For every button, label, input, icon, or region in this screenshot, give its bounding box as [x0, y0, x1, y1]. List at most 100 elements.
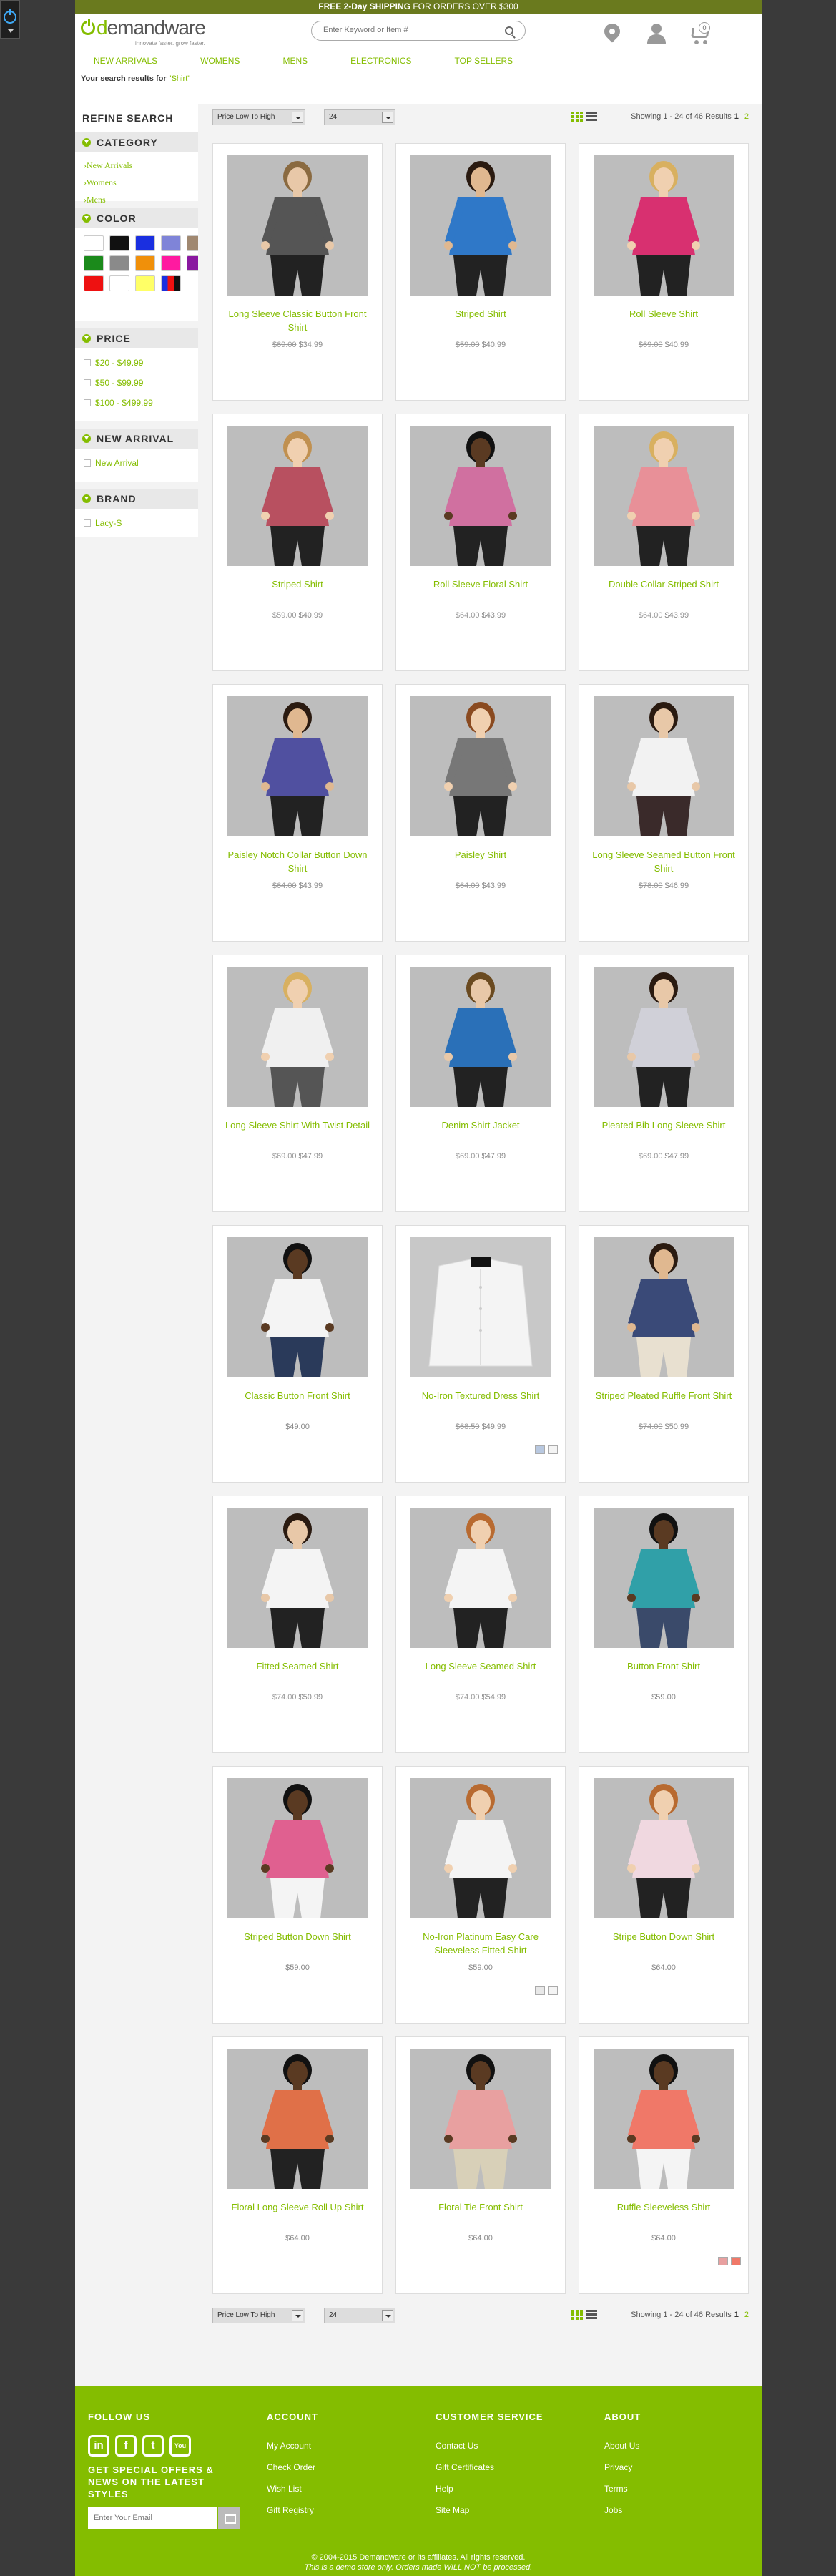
product-image[interactable]	[227, 2049, 368, 2189]
email-submit-icon[interactable]	[218, 2507, 240, 2529]
product-tile[interactable]: Striped Shirt $59.00 $40.99	[395, 143, 566, 401]
product-name[interactable]: Long Sleeve Classic Button Front Shirt	[220, 307, 375, 334]
product-tile[interactable]: Long Sleeve Seamed Button Front Shirt $78…	[579, 684, 749, 942]
footer-link-about-us[interactable]: About Us	[604, 2435, 641, 2457]
product-image[interactable]	[594, 696, 734, 836]
product-tile[interactable]: No-Iron Platinum Easy Care Sleeveless Fi…	[395, 1766, 566, 2024]
footer-link-help[interactable]: Help	[436, 2478, 544, 2499]
new-arrival-header[interactable]: NEW ARRIVAL	[75, 429, 198, 449]
grid-view-icon[interactable]	[571, 2310, 583, 2320]
product-name[interactable]: No-Iron Platinum Easy Care Sleeveless Fi…	[403, 1930, 558, 1957]
product-tile[interactable]: Roll Sleeve Shirt $69.00 $40.99	[579, 143, 749, 401]
search-icon[interactable]	[505, 26, 513, 35]
chevron-down-icon[interactable]	[8, 29, 14, 33]
checkbox[interactable]	[84, 459, 91, 467]
color-swatch[interactable]	[161, 275, 181, 291]
product-image[interactable]	[594, 1508, 734, 1648]
product-tile[interactable]: Fitted Seamed Shirt $74.00 $50.99	[212, 1496, 383, 1753]
product-name[interactable]: Roll Sleeve Shirt	[586, 307, 741, 321]
product-tile[interactable]: Pleated Bib Long Sleeve Shirt $69.00 $47.9…	[579, 955, 749, 1212]
linkedin-icon[interactable]: in	[88, 2435, 109, 2457]
price-option[interactable]: $20 - $49.99	[84, 353, 192, 373]
product-tile[interactable]: Paisley Shirt $64.00 $43.99	[395, 684, 566, 942]
color-swatch[interactable]	[109, 255, 129, 271]
product-image[interactable]	[594, 1237, 734, 1377]
page-size-select[interactable]: 24	[324, 2308, 395, 2323]
product-swatch[interactable]	[718, 2257, 728, 2265]
logo[interactable]: demandware	[81, 18, 206, 38]
product-image[interactable]	[227, 155, 368, 296]
twitter-icon[interactable]: t	[142, 2435, 164, 2457]
product-image[interactable]	[227, 426, 368, 566]
product-tile[interactable]: Striped Pleated Ruffle Front Shirt $74.00…	[579, 1225, 749, 1483]
product-name[interactable]: Ruffle Sleeveless Shirt	[586, 2200, 741, 2214]
category-mens[interactable]: Mens	[84, 191, 192, 208]
account-icon[interactable]	[647, 24, 666, 45]
product-image[interactable]	[227, 1778, 368, 1918]
product-tile[interactable]: Long Sleeve Classic Button Front Shirt $6…	[212, 143, 383, 401]
cart-icon[interactable]: 0	[689, 22, 712, 45]
list-view-icon[interactable]	[586, 112, 597, 122]
product-name[interactable]: No-Iron Textured Dress Shirt	[403, 1389, 558, 1402]
product-name[interactable]: Pleated Bib Long Sleeve Shirt	[586, 1118, 741, 1132]
color-header[interactable]: COLOR	[75, 208, 198, 228]
footer-link-contact-us[interactable]: Contact Us	[436, 2435, 544, 2457]
product-name[interactable]: Long Sleeve Seamed Button Front Shirt	[586, 848, 741, 875]
email-input[interactable]	[88, 2507, 217, 2529]
product-name[interactable]: Paisley Shirt	[403, 848, 558, 862]
product-image[interactable]	[594, 1778, 734, 1918]
color-swatch[interactable]	[135, 255, 155, 271]
nav-top-sellers[interactable]: TOP SELLERS	[455, 51, 513, 71]
store-locator-icon[interactable]	[601, 20, 624, 45]
nav-womens[interactable]: WOMENS	[200, 51, 240, 71]
color-swatch[interactable]	[84, 275, 104, 291]
price-option[interactable]: $50 - $99.99	[84, 373, 192, 393]
product-tile[interactable]: Long Sleeve Shirt With Twist Detail $69.0…	[212, 955, 383, 1212]
product-tile[interactable]: Roll Sleeve Floral Shirt $64.00 $43.99	[395, 414, 566, 671]
nav-mens[interactable]: MENS	[282, 51, 308, 71]
page-next-link[interactable]: 2	[744, 2311, 749, 2319]
footer-link-my-account[interactable]: My Account	[267, 2435, 318, 2457]
product-image[interactable]	[410, 967, 551, 1107]
search-box[interactable]	[311, 21, 526, 41]
price-header[interactable]: PRICE	[75, 328, 198, 348]
product-tile[interactable]: Double Collar Striped Shirt $64.00 $43.99	[579, 414, 749, 671]
product-name[interactable]: Stripe Button Down Shirt	[586, 1930, 741, 1943]
sort-select[interactable]: Price Low To High	[212, 2308, 305, 2323]
product-name[interactable]: Striped Button Down Shirt	[220, 1930, 375, 1943]
color-swatch[interactable]	[135, 275, 155, 291]
product-name[interactable]: Denim Shirt Jacket	[403, 1118, 558, 1132]
product-image[interactable]	[227, 967, 368, 1107]
checkbox[interactable]	[84, 359, 91, 366]
category-womens[interactable]: Womens	[84, 174, 192, 191]
checkbox[interactable]	[84, 379, 91, 386]
product-tile[interactable]: Striped Button Down Shirt $59.00	[212, 1766, 383, 2024]
product-image[interactable]	[410, 2049, 551, 2189]
list-view-icon[interactable]	[586, 2310, 597, 2320]
color-swatch[interactable]	[135, 235, 155, 251]
color-swatch[interactable]	[84, 235, 104, 251]
brand-header[interactable]: BRAND	[75, 489, 198, 509]
product-tile[interactable]: Paisley Notch Collar Button Down Shirt $6…	[212, 684, 383, 942]
product-tile[interactable]: No-Iron Textured Dress Shirt $68.50 $49.99	[395, 1225, 566, 1483]
page-next-link[interactable]: 2	[744, 112, 749, 121]
nav-electronics[interactable]: ELECTRONICS	[350, 51, 411, 71]
product-image[interactable]	[410, 1508, 551, 1648]
color-swatch[interactable]	[161, 235, 181, 251]
footer-link-check-order[interactable]: Check Order	[267, 2457, 318, 2478]
nav-new-arrivals[interactable]: NEW ARRIVALS	[94, 51, 157, 71]
product-name[interactable]: Striped Shirt	[220, 577, 375, 591]
product-tile[interactable]: Floral Tie Front Shirt $64.00	[395, 2036, 566, 2294]
product-name[interactable]: Long Sleeve Shirt With Twist Detail	[220, 1118, 375, 1132]
product-image[interactable]	[594, 426, 734, 566]
product-name[interactable]: Double Collar Striped Shirt	[586, 577, 741, 591]
color-swatch[interactable]	[109, 275, 129, 291]
sort-select[interactable]: Price Low To High	[212, 109, 305, 125]
product-image[interactable]	[227, 696, 368, 836]
price-option[interactable]: $100 - $499.99	[84, 393, 192, 413]
grid-view-icon[interactable]	[571, 112, 583, 122]
footer-link-site-map[interactable]: Site Map	[436, 2499, 544, 2521]
product-swatch[interactable]	[535, 1986, 545, 1995]
footer-link-gift-registry[interactable]: Gift Registry	[267, 2499, 318, 2521]
product-image[interactable]	[227, 1237, 368, 1377]
